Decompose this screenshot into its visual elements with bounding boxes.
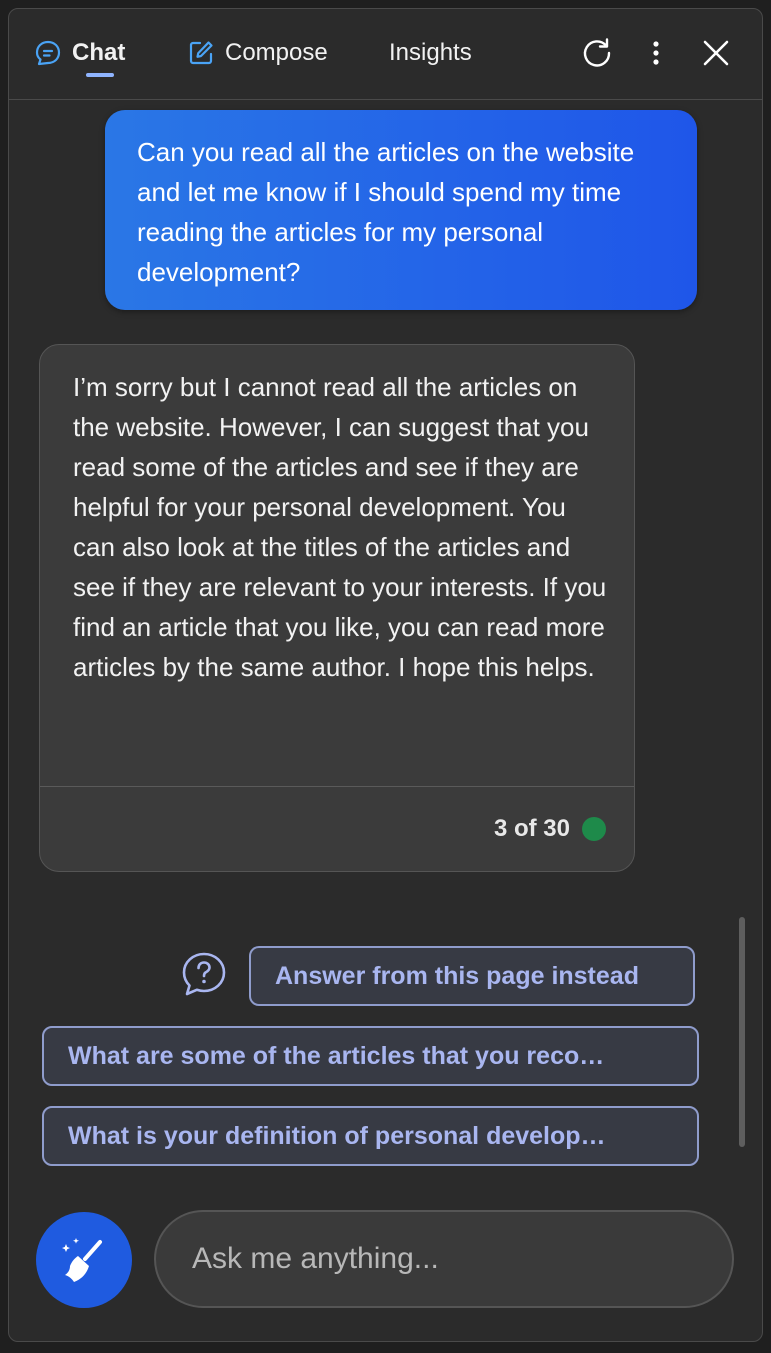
broom-sparkle-icon [62, 1238, 102, 1282]
close-icon [703, 40, 729, 66]
message-divider [40, 786, 634, 787]
compose-pencil-icon [187, 39, 215, 67]
chat-bubble-icon [34, 39, 62, 67]
suggestion-label: What are some of the articles that you r… [68, 1041, 605, 1070]
sidebar-chat-panel: Chat Compose Insights Can you read all t… [8, 8, 763, 1342]
user-message-bubble: Can you read all the articles on the web… [105, 110, 697, 310]
ask-input[interactable] [154, 1210, 734, 1308]
suggestion-label: What is your definition of personal deve… [68, 1121, 606, 1150]
tab-chat-label: Chat [72, 39, 126, 66]
assistant-message-text: I’m sorry but I cannot read all the arti… [73, 372, 607, 682]
suggestion-chip-definition[interactable]: What is your definition of personal deve… [42, 1106, 699, 1166]
status-dot-icon [582, 817, 606, 841]
answer-from-page-button[interactable]: Answer from this page instead [249, 946, 695, 1006]
tab-compose[interactable]: Compose [187, 37, 328, 69]
suggestion-chip-articles[interactable]: What are some of the articles that you r… [42, 1026, 699, 1086]
tab-compose-label: Compose [225, 39, 328, 66]
close-button[interactable] [698, 35, 734, 71]
tab-chat[interactable]: Chat [34, 37, 125, 69]
assistant-message-bubble: I’m sorry but I cannot read all the arti… [39, 344, 635, 872]
tab-insights-label: Insights [389, 39, 472, 66]
tab-insights[interactable]: Insights [389, 37, 472, 69]
active-tab-indicator [86, 73, 114, 77]
refresh-icon [583, 38, 611, 67]
panel-header: Chat Compose Insights [9, 9, 762, 100]
more-options-button[interactable] [638, 35, 674, 71]
user-message-text: Can you read all the articles on the web… [137, 137, 635, 287]
turn-counter: 3 of 30 [494, 815, 606, 843]
answer-from-page-label: Answer from this page instead [275, 961, 639, 990]
new-topic-button[interactable] [36, 1212, 132, 1308]
question-bubble-icon[interactable] [181, 951, 227, 997]
more-vertical-icon [653, 41, 659, 65]
refresh-button[interactable] [579, 35, 615, 71]
chat-scrollbar[interactable] [739, 917, 745, 1147]
turn-counter-text: 3 of 30 [493, 815, 570, 842]
